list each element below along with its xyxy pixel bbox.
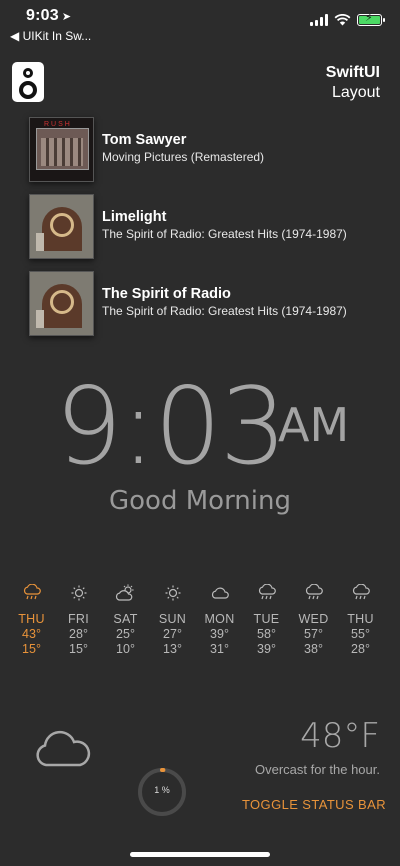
status-bar: 9:03 ➤ ◀ UIKit In Sw... ⚡ (0, 0, 400, 48)
forecast-day-name: MON (204, 612, 235, 626)
forecast-low: 10° (116, 642, 135, 656)
clock: 9:03 AM (0, 372, 400, 482)
home-indicator[interactable] (130, 852, 270, 857)
track-title: The Spirit of Radio (102, 286, 231, 302)
progress-ring: 1 % (137, 767, 187, 817)
track-item[interactable]: The Spirit of Radio The Spirit of Radio:… (29, 271, 389, 337)
progress-label: 1 % (154, 785, 170, 795)
status-time-label: 9:03 (26, 7, 59, 24)
header: SwiftUI Layout (326, 64, 380, 102)
forecast-day: SUN 27° 13° (149, 584, 196, 657)
cloud-icon (36, 730, 91, 767)
forecast-low: 39° (257, 642, 276, 656)
forecast-high: 55° (351, 627, 370, 641)
forecast-high: 57° (304, 627, 323, 641)
album-art: RUSH (29, 117, 94, 182)
forecast-day-name: THU (347, 612, 374, 626)
forecast-high: 39° (210, 627, 229, 641)
clock-ampm: AM (278, 398, 350, 452)
forecast-low: 15° (22, 642, 41, 656)
forecast-day: THU 55° 28° (337, 584, 384, 657)
current-temperature: 48°F (300, 716, 380, 756)
charging-bolt-icon: ⚡ (365, 12, 373, 24)
current-condition: Overcast for the hour. (254, 762, 380, 777)
forecast-day: SAT 25° 10° (102, 584, 149, 657)
forecast-low: 13° (163, 642, 182, 656)
clock-time: 9:03 (55, 365, 287, 488)
track-album: The Spirit of Radio: Greatest Hits (1974… (102, 304, 347, 318)
forecast-day: WED 57° 38° (290, 584, 337, 657)
rain-icon (258, 584, 276, 600)
forecast-low: 15° (69, 642, 88, 656)
cloud-icon (211, 587, 229, 599)
track-title: Tom Sawyer (102, 132, 187, 148)
album-art (29, 194, 94, 259)
forecast-day-name: FRI (67, 612, 90, 626)
forecast-day: FRI 28° 15° (55, 584, 102, 657)
forecast-day: THU 43° 15° (8, 584, 55, 657)
forecast-high: 28° (69, 627, 88, 641)
forecast-high: 25° (116, 627, 135, 641)
track-item[interactable]: Limelight The Spirit of Radio: Greatest … (29, 194, 389, 260)
toggle-status-bar-button[interactable]: TOGGLE STATUS BAR (242, 797, 386, 812)
location-arrow-icon: ➤ (61, 11, 72, 23)
sun-icon (165, 585, 180, 601)
forecast-low: 38° (304, 642, 323, 656)
speaker-button[interactable] (12, 62, 44, 102)
sun-icon (71, 585, 86, 601)
greeting: Good Morning (109, 486, 291, 516)
forecast-day: MON 39° 31° (196, 584, 243, 657)
forecast-low: 28° (351, 642, 370, 656)
status-time: 9:03 ➤ (26, 7, 71, 25)
forecast-day: TUE 58° 39° (243, 584, 290, 657)
partly-cloudy-icon (115, 584, 133, 601)
track-album: Moving Pictures (Remastered) (102, 150, 265, 164)
weekly-forecast: THU 43° 15° FRI 28° 15° SAT 25° 10° SUN … (8, 584, 392, 657)
status-icons: ⚡ (310, 12, 385, 26)
speaker-icon (23, 68, 33, 78)
speaker-woofer (19, 81, 37, 99)
track-title: Limelight (102, 209, 167, 225)
forecast-low: 31° (210, 642, 229, 656)
forecast-day-name: WED (298, 612, 329, 626)
track-item[interactable]: RUSH Tom Sawyer Moving Pictures (Remaste… (29, 117, 389, 183)
cellular-signal-icon (310, 14, 328, 26)
header-subtitle: Layout (331, 84, 380, 101)
rain-icon (23, 584, 41, 600)
forecast-day-name: THU (18, 612, 45, 626)
back-to-app-link[interactable]: ◀ UIKit In Sw... (10, 29, 91, 43)
forecast-high: 43° (22, 627, 41, 641)
track-album: The Spirit of Radio: Greatest Hits (1974… (102, 227, 347, 241)
rain-icon (305, 584, 323, 600)
wifi-icon (334, 14, 351, 26)
forecast-day-name: SAT (113, 612, 138, 626)
forecast-day-name: TUE (253, 612, 280, 626)
forecast-high: 58° (257, 627, 276, 641)
forecast-day-name: SUN (158, 612, 187, 626)
rain-icon (352, 584, 370, 600)
battery-icon: ⚡ (357, 12, 385, 26)
album-art (29, 271, 94, 336)
forecast-high: 27° (163, 627, 182, 641)
header-title: SwiftUI (325, 64, 380, 81)
